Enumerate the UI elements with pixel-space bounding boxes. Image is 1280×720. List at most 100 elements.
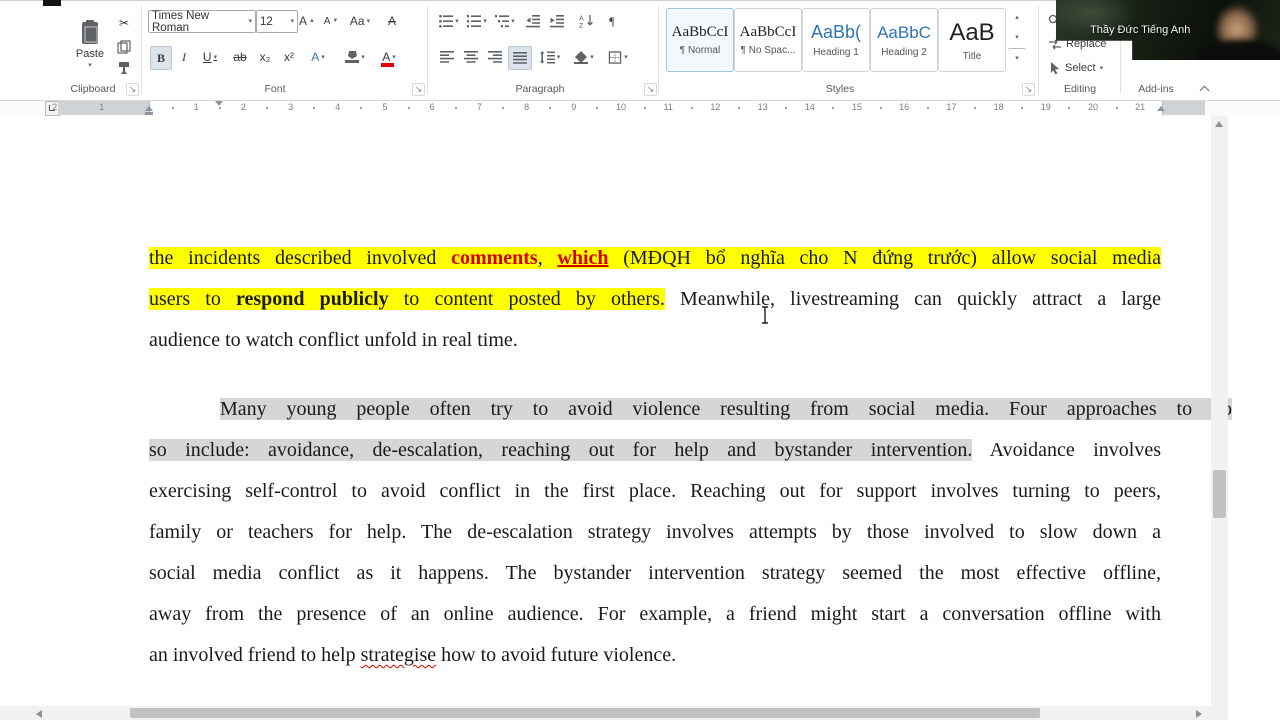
scroll-up-icon[interactable] bbox=[1215, 121, 1223, 127]
document-line[interactable]: audience to watch conflict unfold in rea… bbox=[149, 326, 1161, 354]
strikethrough-button[interactable]: ab bbox=[228, 46, 252, 68]
multilevel-list-button[interactable]: ▾ bbox=[492, 10, 518, 32]
ruler-number: 10 bbox=[615, 102, 627, 112]
text-run: Avoidance involves bbox=[972, 439, 1161, 461]
document-line[interactable]: Many young people often try to avoid vio… bbox=[149, 395, 1232, 423]
font-dialog-launcher[interactable]: ↘ bbox=[412, 83, 425, 96]
ruler-tick bbox=[313, 107, 316, 109]
text-run: audience to watch conflict unfold in rea… bbox=[149, 329, 518, 351]
copy-button[interactable] bbox=[114, 36, 134, 58]
vertical-scrollbar[interactable] bbox=[1211, 116, 1228, 706]
document-page[interactable]: the incidents described involved comment… bbox=[0, 116, 1232, 720]
align-center-button[interactable] bbox=[460, 46, 482, 68]
increase-indent-button[interactable] bbox=[546, 10, 568, 32]
paste-button[interactable]: Paste ▾ bbox=[66, 8, 114, 80]
document-line[interactable]: away from the presence of an online audi… bbox=[149, 600, 1161, 628]
bold-button[interactable]: B bbox=[150, 46, 172, 70]
paste-caret-icon: ▾ bbox=[88, 61, 92, 69]
italic-button[interactable]: I bbox=[174, 46, 194, 68]
ruler-number: 18 bbox=[993, 102, 1004, 112]
styles-gallery-down-button[interactable]: ▾ bbox=[1008, 28, 1026, 46]
style-sample: AaBbCcI bbox=[739, 24, 797, 40]
show-paragraph-marks-button[interactable]: ¶ bbox=[602, 10, 622, 32]
document-line[interactable]: exercising self-control to avoid conflic… bbox=[149, 477, 1161, 505]
borders-button[interactable]: ▾ bbox=[604, 46, 632, 68]
vertical-scrollbar-thumb[interactable] bbox=[1213, 470, 1226, 518]
right-indent-marker[interactable] bbox=[1157, 106, 1165, 111]
format-painter-button[interactable] bbox=[114, 58, 134, 80]
subscript-button[interactable]: x₂ bbox=[254, 46, 276, 68]
bullets-icon bbox=[439, 14, 454, 27]
align-right-button[interactable] bbox=[484, 46, 506, 68]
text-run: so include: avoidance, de-escalation, re… bbox=[149, 439, 973, 461]
ruler-number: 11 bbox=[663, 102, 673, 112]
document-line[interactable]: an involved friend to help strategise ho… bbox=[149, 641, 1161, 669]
left-indent-marker[interactable] bbox=[145, 112, 153, 115]
document-line[interactable]: so include: avoidance, de-escalation, re… bbox=[149, 436, 1161, 464]
style-sample: AaBbCcI bbox=[671, 24, 729, 40]
cut-button[interactable]: ✂ bbox=[114, 12, 134, 34]
shrink-font-button[interactable]: A ▼ bbox=[320, 10, 342, 32]
style-title[interactable]: AaB Title bbox=[938, 8, 1006, 72]
styles-gallery-more-button[interactable]: ▾ bbox=[1008, 48, 1026, 67]
align-left-button[interactable] bbox=[436, 46, 458, 68]
shading-icon bbox=[574, 50, 589, 64]
text-run: strategise bbox=[360, 644, 437, 666]
font-size-combobox[interactable]: 12 ▾ bbox=[256, 10, 298, 33]
text-run: (MĐQH bổ nghĩa cho N đứng trước) bbox=[608, 247, 992, 269]
first-line-indent-marker[interactable] bbox=[215, 101, 223, 106]
style-normal[interactable]: AaBbCcI ¶ Normal bbox=[666, 8, 734, 72]
horizontal-scrollbar[interactable] bbox=[0, 706, 1211, 720]
document-line[interactable]: users to respond publicly to content pos… bbox=[149, 285, 1161, 313]
document-line[interactable]: the incidents described involved comment… bbox=[149, 244, 1162, 272]
gallery-more-icon: ▾ bbox=[1015, 54, 1019, 62]
numbering-button[interactable]: ▾ bbox=[464, 10, 490, 32]
collapse-ribbon-button[interactable] bbox=[1200, 84, 1210, 94]
decrease-indent-button[interactable] bbox=[522, 10, 544, 32]
horizontal-ruler[interactable]: 1 2 3 4 5 6 7 8 9 10 11 12 13 14 15 16 17 18 19 20 21 2 1 bbox=[52, 101, 1205, 115]
group-divider bbox=[1038, 6, 1039, 94]
font-size-value: 12 bbox=[260, 15, 273, 28]
sort-button[interactable]: AZ bbox=[574, 10, 598, 32]
grow-font-button[interactable]: A ▲ bbox=[296, 10, 318, 32]
clear-formatting-icon: A bbox=[387, 14, 396, 28]
horizontal-scrollbar-thumb[interactable] bbox=[130, 708, 1040, 718]
select-button[interactable]: Select ▾ bbox=[1048, 58, 1103, 78]
justify-button[interactable] bbox=[508, 46, 532, 70]
clear-formatting-button[interactable]: A bbox=[380, 10, 404, 32]
highlight-caret-icon: ▾ bbox=[361, 53, 365, 61]
change-case-button[interactable]: Aa ▾ bbox=[346, 10, 374, 32]
paste-icon bbox=[82, 19, 98, 44]
style-heading-1[interactable]: AaBb( Heading 1 bbox=[802, 8, 870, 72]
style-heading-2[interactable]: AaBbC Heading 2 bbox=[870, 8, 938, 72]
shading-caret-icon: ▾ bbox=[590, 53, 594, 61]
ruler-tick bbox=[879, 107, 882, 109]
underline-button[interactable]: U ▾ bbox=[196, 46, 224, 68]
font-color-caret-icon: ▾ bbox=[392, 53, 396, 61]
shading-button[interactable]: ▾ bbox=[570, 46, 598, 68]
style-sample: AaB bbox=[949, 18, 995, 46]
document-line[interactable]: social media conflict as it happens. The… bbox=[149, 559, 1161, 587]
paste-label: Paste bbox=[75, 47, 105, 60]
paragraph-dialog-launcher[interactable]: ↘ bbox=[644, 83, 657, 96]
ruler-number: 17 bbox=[946, 102, 957, 112]
hanging-indent-marker[interactable] bbox=[145, 106, 153, 111]
highlight-color-button[interactable]: ▾ bbox=[340, 46, 370, 68]
font-color-button[interactable]: A ▾ bbox=[374, 46, 404, 68]
document-line[interactable]: family or teachers for help. The de-esca… bbox=[149, 518, 1161, 546]
numbering-caret-icon: ▾ bbox=[483, 17, 487, 25]
styles-dialog-launcher[interactable]: ↘ bbox=[1022, 83, 1035, 96]
text-effects-button[interactable]: A ▾ bbox=[304, 46, 332, 68]
scroll-left-icon[interactable] bbox=[36, 710, 42, 718]
line-spacing-button[interactable]: ▾ bbox=[536, 46, 564, 68]
style-no-spacing[interactable]: AaBbCcI ¶ No Spac... bbox=[734, 8, 802, 72]
scroll-right-icon[interactable] bbox=[1196, 710, 1202, 718]
bullets-caret-icon: ▾ bbox=[455, 17, 459, 25]
font-name-combobox[interactable]: Times New Roman ▾ bbox=[148, 10, 256, 34]
line-spacing-caret-icon: ▾ bbox=[556, 53, 561, 61]
ruler-number: 21 bbox=[1135, 102, 1146, 112]
superscript-button[interactable]: x² bbox=[278, 46, 300, 68]
styles-gallery-up-button[interactable]: ▴ bbox=[1008, 8, 1026, 26]
clipboard-dialog-launcher[interactable]: ↘ bbox=[126, 83, 139, 96]
bullets-button[interactable]: ▾ bbox=[436, 10, 462, 32]
